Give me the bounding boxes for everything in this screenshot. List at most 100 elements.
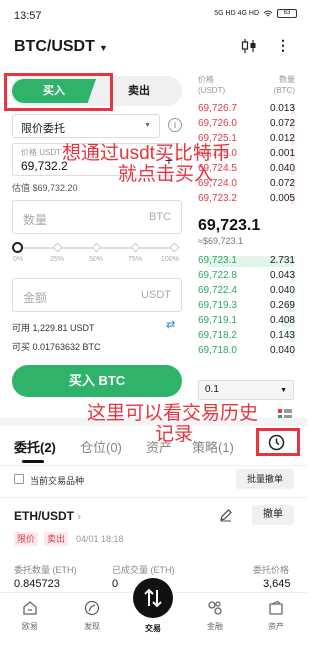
orderbook-qty: 0.040 — [269, 345, 295, 356]
amount-input[interactable]: 金额 USDT — [12, 278, 182, 312]
orderbook-qty: 0.005 — [269, 193, 295, 204]
slider-stop-25[interactable] — [52, 242, 63, 253]
nav-item-trade[interactable] — [133, 578, 173, 618]
annotation-line: 记录 — [155, 424, 194, 445]
order-side-badge: 卖出 — [44, 532, 69, 546]
available-balance: 可用 1,229.81 USDT — [12, 323, 95, 333]
buy-btc-button[interactable]: 买入 BTC — [12, 365, 182, 397]
candlestick-icon[interactable] — [240, 38, 258, 54]
order-pair-label: ETH/USDT — [14, 509, 74, 523]
edit-icon[interactable] — [219, 508, 233, 522]
slider-tick-label: 75% — [128, 256, 143, 263]
annotation-line: 这里可以看交易历史 — [87, 403, 259, 424]
chevron-down-icon: ▼ — [280, 387, 287, 394]
price-label: 价格 USDT — [21, 148, 61, 157]
wifi-icon — [263, 10, 273, 16]
orderbook-row[interactable]: 69,718.2 0.143 — [198, 330, 295, 343]
cancel-order-button[interactable]: 撤单 — [252, 505, 294, 525]
current-pair-label: 当前交易品种 — [30, 476, 85, 486]
order-field-value: 0.845723 — [14, 578, 60, 590]
orderbook-price: 69,726.0 — [198, 118, 237, 129]
transfer-icon[interactable]: ⇄ — [166, 318, 175, 331]
chevron-down-icon: ▼ — [144, 122, 151, 129]
divider — [0, 497, 307, 498]
nav-label: 金融 — [207, 622, 223, 631]
orderbook-row[interactable]: 69,718.0 0.040 — [198, 345, 295, 358]
status-bar: 13:57 5G HD 4G HD 63 — [0, 0, 307, 28]
nav-item-assets[interactable]: 资产 — [256, 600, 296, 632]
orderbook-row[interactable]: 69,723.1 2.731 — [198, 255, 295, 268]
orderbook-price: 69,722.4 — [198, 285, 237, 296]
orderbook-price: 69,726.7 — [198, 103, 237, 114]
amount-unit: USDT — [141, 289, 171, 301]
orderbook-row[interactable]: 69,722.8 0.043 — [198, 270, 295, 283]
slider-tick-label: 0% — [13, 256, 24, 263]
compass-icon — [84, 600, 100, 616]
pair-title[interactable]: BTC/USDT — [14, 38, 95, 56]
slider-tick-label: 100% — [161, 256, 179, 263]
orderbook-qty: 0.043 — [269, 270, 295, 281]
status-time: 13:57 — [14, 10, 42, 22]
nav-item-discover[interactable]: 发现 — [72, 600, 112, 632]
current-pair-checkbox[interactable] — [14, 474, 24, 484]
status-icons: 5G HD 4G HD 63 — [214, 9, 297, 18]
swap-arrows-icon — [144, 588, 162, 608]
orderbook-qty: 0.040 — [269, 285, 295, 296]
nav-label: 欧易 — [22, 622, 38, 631]
quantity-placeholder: 数量 — [23, 213, 48, 227]
nav-label: 资产 — [268, 622, 284, 631]
price-value: 69,732.2 — [21, 159, 68, 173]
annotation-line: 就点击买入 — [118, 164, 214, 185]
slider-stop-75[interactable] — [130, 242, 141, 253]
orderbook-qty: 0.072 — [269, 118, 295, 129]
orderbook-price-header: 价格 (USDT) — [198, 75, 226, 95]
slider-stop-50[interactable] — [91, 242, 102, 253]
sell-tab[interactable]: 卖出 — [104, 79, 174, 103]
orderbook-row[interactable]: 69,723.2 0.005 — [198, 193, 295, 206]
order-field-value: 0 — [112, 578, 119, 590]
quantity-input[interactable]: 数量 BTC — [12, 200, 182, 234]
orderbook-price: 69,718.0 — [198, 345, 237, 356]
precision-value: 0.1 — [205, 384, 219, 395]
orderbook-row[interactable]: 69,726.0 0.072 — [198, 118, 295, 131]
percent-slider-knob[interactable] — [12, 242, 23, 253]
orderbook-row[interactable]: 69,722.4 0.040 — [198, 285, 295, 298]
order-field-label: 已成交量 (ETH) — [112, 565, 175, 575]
order-field-label: 委托数量 (ETH) — [14, 565, 77, 575]
order-pair[interactable]: ETH/USDT › — [14, 509, 81, 523]
orderbook-row[interactable]: 69,719.1 0.408 — [198, 315, 295, 328]
tab-orders[interactable]: 委托(2) — [14, 437, 56, 456]
order-field-label: 委托价格 — [253, 565, 290, 575]
orderbook-price: 69,719.3 — [198, 300, 237, 311]
home-icon — [23, 601, 37, 615]
slider-tick-label: 25% — [50, 256, 65, 263]
order-type-badge: 限价 — [14, 532, 39, 546]
chevron-down-icon[interactable]: ▼ — [99, 43, 108, 53]
last-price: 69,723.1 — [198, 217, 261, 234]
order-field-value: 3,645 — [263, 578, 291, 590]
orderbook-price: 69,723.2 — [198, 193, 237, 204]
tab-active-indicator — [22, 460, 44, 463]
orderbook-qty: 0.143 — [269, 330, 295, 341]
orderbook-row[interactable]: 69,719.3 0.269 — [198, 300, 295, 313]
nav-label: 发现 — [84, 622, 100, 631]
order-date: 04/01 18:18 — [76, 534, 124, 544]
can-buy-amount: 可买 0.01763632 BTC — [12, 342, 101, 352]
chevron-right-icon: › — [77, 511, 82, 523]
more-icon[interactable]: ⋮ — [276, 37, 290, 54]
orderbook-qty: 0.408 — [269, 315, 295, 326]
info-icon[interactable]: i — [168, 118, 182, 132]
last-price-fiat: ≈$69,723.1 — [198, 236, 243, 246]
orderbook-row[interactable]: 69,726.7 0.013 — [198, 103, 295, 116]
orderbook-qty: 0.013 — [269, 103, 295, 114]
orderbook-price: 69,722.8 — [198, 270, 237, 281]
nav-item-finance[interactable]: 金融 — [195, 600, 235, 632]
order-type-select[interactable]: 限价委托 ▼ — [12, 114, 160, 138]
nav-item-okx[interactable]: 欧易 — [10, 600, 50, 632]
batch-cancel-button[interactable]: 批量撤单 — [236, 469, 294, 489]
battery-icon: 63 — [277, 9, 297, 18]
annotation-line: 想通过usdt买比特币 — [62, 143, 231, 164]
precision-select[interactable]: 0.1 ▼ — [198, 380, 294, 400]
slider-stop-100[interactable] — [169, 242, 180, 253]
annotation-buy-instruction: 想通过usdt买比特币 就点击买入 — [62, 143, 307, 185]
